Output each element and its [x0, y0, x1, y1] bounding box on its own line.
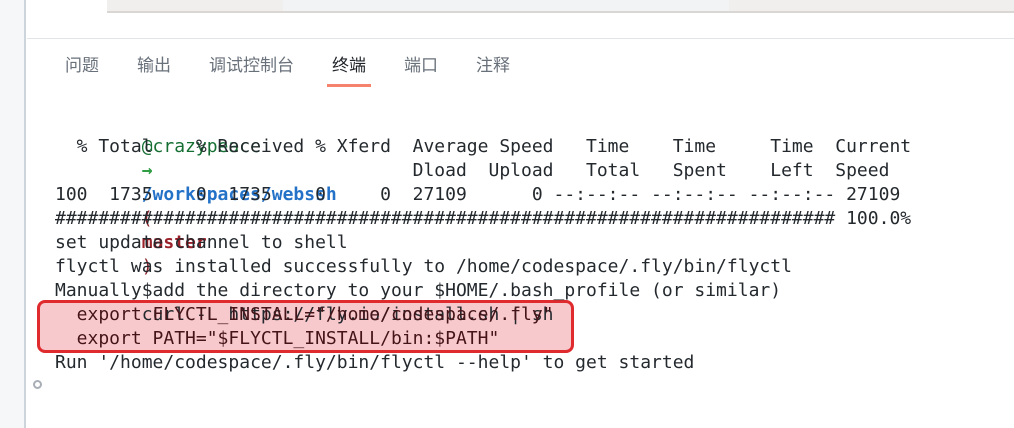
curl-header-line-2: Dload Upload Total Spent Left Speed [55, 159, 1005, 183]
output-line-install-success: flyctl was installed successfully to /ho… [55, 255, 1005, 279]
panel-tab-bar: 问题 输出 调试控制台 终端 端口 注释 [27, 39, 1014, 87]
tab-problems[interactable]: 问题 [60, 56, 104, 87]
curl-progress-bar: ########################################… [55, 207, 1005, 231]
output-line-update-channel: set update channel to shell [55, 231, 1005, 255]
editor-tab-bar-remnant [107, 0, 1014, 13]
codespaces-window: 问题 输出 调试控制台 终端 端口 注释 @crazypeace → /work… [0, 0, 1014, 428]
export-path-line: export PATH="$FLYCTL_INSTALL/bin:$PATH" [55, 327, 1005, 351]
export-flyctl-install-line: export FLYCTL_INSTALL="/home/codespace/.… [55, 303, 1005, 327]
terminal-line-prompt-2: @crazypeace → /workspaces/webssh ( maste… [55, 375, 1005, 399]
editor-gutter-strip [0, 0, 26, 428]
curl-stats-line: 100 1735 0 1735 0 0 27109 0 --:--:-- --:… [55, 183, 1005, 207]
tab-output[interactable]: 输出 [132, 56, 176, 87]
tab-ports[interactable]: 端口 [399, 56, 443, 87]
tab-comments[interactable]: 注释 [471, 56, 515, 87]
terminal-content[interactable]: @crazypeace → /workspaces/webssh ( maste… [55, 111, 1005, 411]
run-hint-line: Run '/home/codespace/.fly/bin/flyctl --h… [55, 351, 1005, 375]
tab-terminal[interactable]: 终端 [327, 56, 371, 87]
output-line-manual-add: Manually add the directory to your $HOME… [55, 279, 1005, 303]
editor-tab-remnant [283, 0, 729, 11]
prompt-username: @crazypeace [142, 424, 272, 428]
bottom-panel: 问题 输出 调试控制台 终端 端口 注释 @crazypeace → /work… [27, 38, 1014, 428]
curl-header-line-1: % Total % Received % Xferd Average Speed… [55, 135, 1005, 159]
command-status-icon [33, 380, 42, 389]
terminal-line-prompt-1: @crazypeace → /workspaces/webssh ( maste… [55, 111, 1005, 135]
tab-debug-console[interactable]: 调试控制台 [204, 56, 299, 87]
